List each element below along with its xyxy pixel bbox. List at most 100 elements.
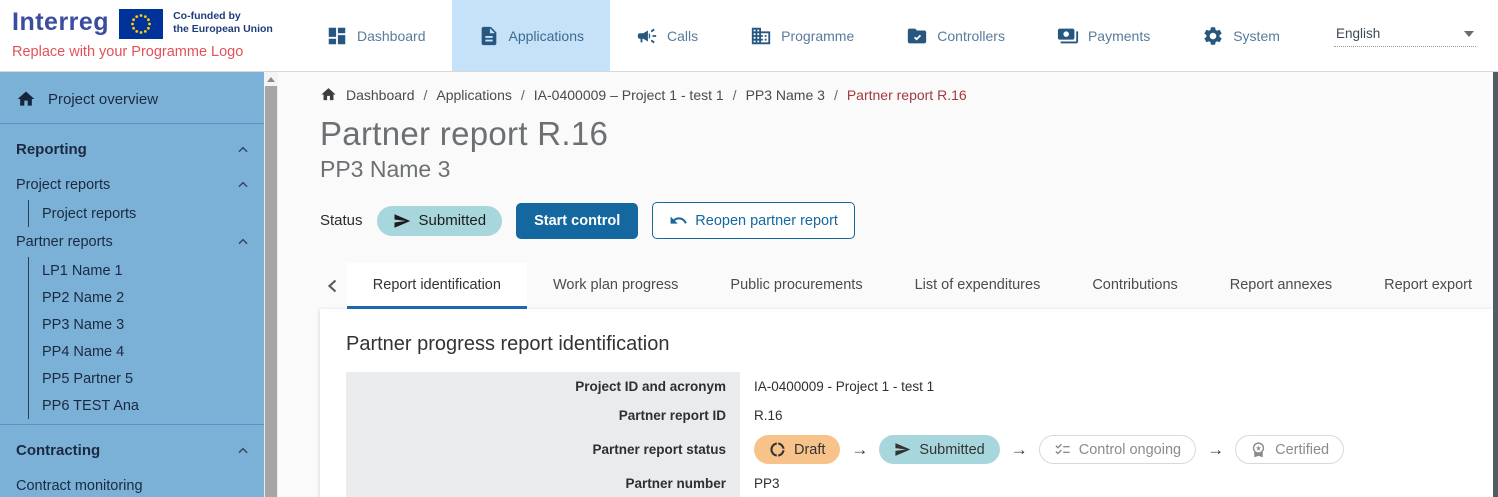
- sidebar-item-pp4-name-4[interactable]: PP4 Name 4: [29, 338, 264, 365]
- main-nav: Dashboard Applications Calls Programme Contr…: [300, 0, 1334, 71]
- field-label: Partner number: [346, 469, 740, 497]
- sidebar-group-partner-reports[interactable]: Partner reports: [0, 227, 264, 257]
- breadcrumb: Dashboard / Applications / IA-0400009 – Proj…: [320, 86, 1498, 103]
- content-area: Dashboard / Applications / IA-0400009 – Proj…: [278, 72, 1498, 497]
- sidebar-item-pp2-name-2[interactable]: PP2 Name 2: [29, 284, 264, 311]
- scrollbar-up-button[interactable]: [264, 72, 278, 86]
- breadcrumb-separator: /: [424, 87, 428, 103]
- sidebar-divider: [0, 424, 264, 425]
- reopen-partner-report-button[interactable]: Reopen partner report: [652, 202, 855, 239]
- table-row: Partner report IDR.16: [346, 401, 1467, 430]
- sidebar-item-pp5-partner-5[interactable]: PP5 Partner 5: [29, 365, 264, 392]
- report-tabs: Report identificationWork plan progressP…: [320, 263, 1498, 309]
- home-icon: [16, 89, 36, 109]
- nav-item-label: Controllers: [937, 28, 1005, 44]
- sidebar-section-label: Contracting: [16, 442, 100, 459]
- status-pill-label: Control ongoing: [1079, 442, 1181, 458]
- home-icon[interactable]: [320, 86, 337, 103]
- status-pill-label: Draft: [794, 442, 825, 458]
- chevron-up-icon: [236, 235, 250, 249]
- sidebar-sublist: LP1 Name 1PP2 Name 2PP3 Name 3PP4 Name 4…: [28, 257, 264, 419]
- sidebar-item-pp6-test-ana[interactable]: PP6 TEST Ana: [29, 392, 264, 419]
- breadcrumb-separator: /: [834, 87, 838, 103]
- breadcrumb-separator: /: [733, 87, 737, 103]
- tab-contributions[interactable]: Contributions: [1066, 263, 1203, 309]
- caret-down-icon: [1464, 31, 1474, 37]
- start-control-button[interactable]: Start control: [516, 203, 638, 239]
- status-pill-label: Submitted: [919, 442, 984, 458]
- nav-item-payments[interactable]: Payments: [1031, 0, 1176, 71]
- payments-icon: [1057, 25, 1079, 47]
- nav-item-calls[interactable]: Calls: [610, 0, 724, 71]
- table-row: Project ID and acronymIA-0400009 - Proje…: [346, 372, 1467, 401]
- scrollbar-thumb[interactable]: [265, 86, 277, 497]
- arrow-right-icon: →: [1207, 440, 1224, 460]
- nav-item-dashboard[interactable]: Dashboard: [300, 0, 452, 71]
- tab-report-identification[interactable]: Report identification: [347, 263, 527, 309]
- nav-item-controllers[interactable]: Controllers: [880, 0, 1031, 71]
- breadcrumb-link[interactable]: IA-0400009 – Project 1 - test 1: [534, 87, 724, 103]
- tab-work-plan-progress[interactable]: Work plan progress: [527, 263, 704, 309]
- status-pill-label: Certified: [1275, 442, 1329, 458]
- sidebar-group-label: Contract monitoring: [16, 478, 143, 494]
- status-pill-certified: Certified: [1235, 435, 1344, 464]
- status-bar: Status Submitted Start control Reopen pa…: [320, 202, 1498, 239]
- table-row: Partner report statusDraft→Submitted→Con…: [346, 430, 1467, 469]
- nav-item-label: System: [1233, 28, 1280, 44]
- field-value: IA-0400009 - Project 1 - test 1: [740, 372, 1467, 401]
- controllers-icon: [906, 25, 928, 47]
- system-icon: [1202, 25, 1224, 47]
- nav-item-system[interactable]: System: [1176, 0, 1306, 71]
- sidebar-scrollbar[interactable]: [264, 72, 278, 497]
- send-icon: [894, 441, 911, 458]
- reopen-button-label: Reopen partner report: [695, 213, 838, 229]
- sidebar-section-reporting[interactable]: Reporting: [0, 129, 264, 170]
- chevron-up-icon: [236, 444, 250, 458]
- page-scrollbar[interactable]: [1493, 72, 1498, 497]
- sidebar-group-contract-monitoring[interactable]: Contract monitoring: [0, 471, 264, 497]
- field-value: R.16: [740, 401, 1467, 430]
- nav-item-programme[interactable]: Programme: [724, 0, 880, 71]
- breadcrumb-link[interactable]: PP3 Name 3: [746, 87, 825, 103]
- sidebar-item-project-reports[interactable]: Project reports: [29, 200, 264, 227]
- language-select[interactable]: English: [1334, 24, 1476, 47]
- dashboard-icon: [326, 25, 348, 47]
- sidebar-item-lp1-name-1[interactable]: LP1 Name 1: [29, 257, 264, 284]
- draft-icon: [769, 441, 786, 458]
- calls-icon: [636, 25, 658, 47]
- tab-list-of-expenditures[interactable]: List of expenditures: [889, 263, 1067, 309]
- tab-public-procurements[interactable]: Public procurements: [704, 263, 888, 309]
- tab-report-annexes[interactable]: Report annexes: [1204, 263, 1358, 309]
- sidebar-group-project-reports[interactable]: Project reports: [0, 170, 264, 200]
- page-title: Partner report R.16: [320, 115, 1498, 153]
- certificate-icon: [1250, 441, 1267, 458]
- nav-item-applications[interactable]: Applications: [452, 0, 611, 71]
- identification-table: Project ID and acronymIA-0400009 - Proje…: [346, 372, 1467, 497]
- status-flow: Draft→Submitted→Control ongoing→Certifie…: [740, 430, 1467, 469]
- table-row: Partner numberPP3: [346, 469, 1467, 497]
- eu-cofunded-label: Co-funded by the European Union: [173, 7, 273, 36]
- breadcrumb-link[interactable]: Dashboard: [346, 87, 415, 103]
- chevron-up-icon: [236, 178, 250, 192]
- breadcrumb-current: Partner report R.16: [847, 87, 967, 103]
- send-icon: [393, 212, 411, 230]
- top-navbar: Interreg Co-funded by the European Union…: [0, 0, 1498, 72]
- field-label: Partner report status: [346, 430, 740, 469]
- sidebar-section-label: Reporting: [16, 141, 87, 158]
- chevron-up-icon: [236, 143, 250, 157]
- programme-icon: [750, 25, 772, 47]
- nav-item-label: Applications: [509, 28, 585, 44]
- sidebar-item-pp3-name-3[interactable]: PP3 Name 3: [29, 311, 264, 338]
- status-pill-submitted: Submitted: [879, 435, 999, 464]
- interreg-logo: Interreg: [12, 7, 109, 37]
- tabs-scroll-left-button[interactable]: [320, 263, 347, 309]
- eu-flag-icon: [119, 9, 163, 39]
- tab-report-export[interactable]: Report export: [1358, 263, 1498, 309]
- sidebar-group-label: Project reports: [16, 177, 110, 193]
- status-badge: Submitted: [377, 206, 503, 236]
- field-label: Project ID and acronym: [346, 372, 740, 401]
- sidebar-section-contracting[interactable]: Contracting: [0, 430, 264, 471]
- nav-item-label: Calls: [667, 28, 698, 44]
- breadcrumb-link[interactable]: Applications: [436, 87, 512, 103]
- sidebar-item-project-overview[interactable]: Project overview: [0, 80, 264, 118]
